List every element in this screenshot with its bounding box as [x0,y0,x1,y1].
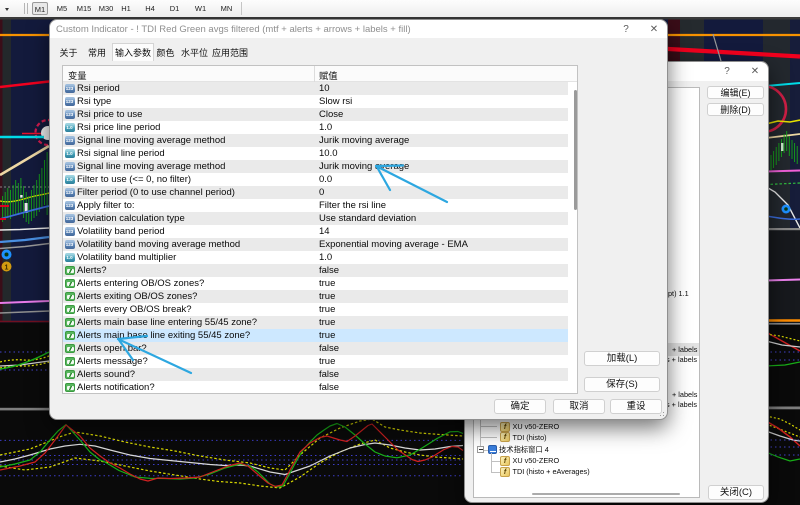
svg-text:1: 1 [5,264,9,271]
